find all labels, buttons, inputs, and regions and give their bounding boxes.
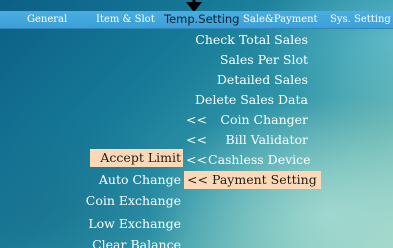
tab-general[interactable]: General [27, 11, 67, 28]
menu-item-detailed-sales[interactable]: Detailed Sales [180, 71, 308, 89]
tab-sys-setting[interactable]: Sys. Setting [330, 11, 391, 28]
tab-item-slot[interactable]: Item & Slot [96, 11, 155, 28]
tab-temp-setting[interactable]: Temp.Setting [164, 11, 239, 28]
submenu-item-accept-limit[interactable]: Accept Limit [90, 149, 183, 167]
tab-sale-payment[interactable]: Sale&Payment [243, 11, 318, 28]
submenu-arrow-icon: << [186, 132, 207, 147]
tab-bar: General Item & Slot Temp.Setting Sale&Pa… [0, 11, 393, 29]
menu-item-cashless-device[interactable]: Cashless Device [208, 151, 311, 169]
menu-item-sales-per-slot[interactable]: Sales Per Slot [180, 51, 308, 69]
submenu-item-coin-exchange[interactable]: Coin Exchange [80, 192, 181, 210]
menu-item-payment-setting-label: Payment Setting [212, 172, 317, 187]
submenu-item-auto-change[interactable]: Auto Change [90, 171, 181, 189]
submenu-item-clear-balance[interactable]: Clear Balance [80, 236, 181, 248]
menu-item-coin-changer[interactable]: Coin Changer [212, 111, 308, 129]
menu-item-payment-setting[interactable]: << Payment Setting [184, 171, 321, 189]
submenu-arrow-icon: << [186, 152, 207, 167]
vending-settings-screen: General Item & Slot Temp.Setting Sale&Pa… [0, 0, 393, 248]
menu-item-bill-validator[interactable]: Bill Validator [212, 131, 308, 149]
menu-item-delete-sales-data[interactable]: Delete Sales Data [180, 91, 308, 109]
submenu-arrow-icon: << [186, 112, 207, 127]
submenu-item-accept-limit-label: Accept Limit [100, 150, 181, 165]
submenu-arrow-icon: << [187, 172, 208, 187]
menu-item-check-total-sales[interactable]: Check Total Sales [180, 31, 308, 49]
submenu-item-low-exchange[interactable]: Low Exchange [80, 215, 181, 233]
